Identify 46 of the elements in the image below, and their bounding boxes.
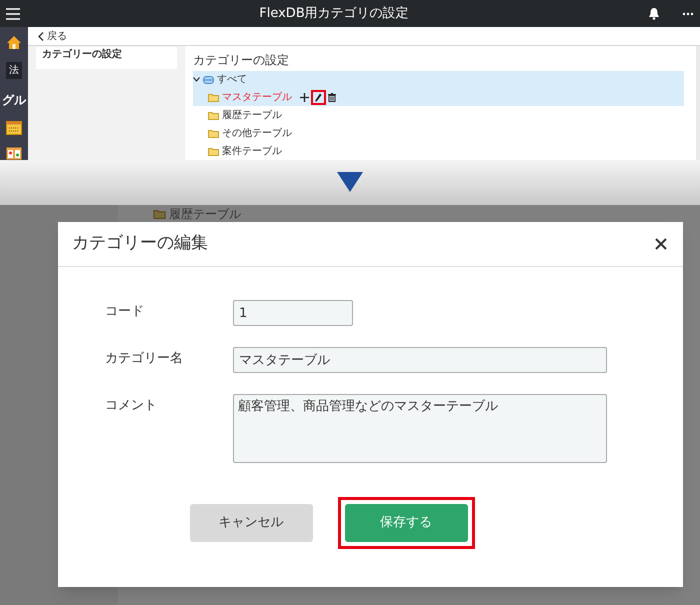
- tree-label: すべて: [217, 73, 247, 87]
- window-title: FlexDB用カテゴリの設定: [258, 4, 410, 23]
- back-link[interactable]: 戻る: [38, 28, 67, 44]
- field-label: コメント: [105, 397, 158, 415]
- plus-icon[interactable]: [300, 92, 309, 102]
- cancel-button[interactable]: キャンセル: [190, 504, 312, 542]
- close-button[interactable]: [653, 236, 669, 252]
- chevron-left-icon: [38, 32, 44, 40]
- calendar-icon[interactable]: [6, 121, 22, 135]
- menu-item[interactable]: カテゴリーの設定: [36, 47, 177, 69]
- sidebar-label[interactable]: 法: [6, 62, 22, 79]
- tree-row[interactable]: 履歴テーブル: [193, 106, 684, 124]
- edit-button[interactable]: [311, 90, 326, 104]
- tree-row[interactable]: すべて: [193, 71, 684, 88]
- folder-icon: [208, 110, 219, 120]
- tree-row[interactable]: 案件テーブル: [193, 142, 684, 160]
- field-label: コード: [105, 303, 145, 321]
- photo-icon[interactable]: [6, 147, 22, 160]
- menu-icon[interactable]: [6, 8, 20, 20]
- comment-field[interactable]: 顧客管理、商品管理などのマスターテーブル: [233, 394, 607, 463]
- folder-icon: [208, 92, 219, 102]
- tree-label: その他テーブル: [222, 126, 292, 140]
- text-field[interactable]: 1: [233, 300, 353, 326]
- tree-row[interactable]: その他テーブル: [193, 124, 684, 142]
- sidebar-label[interactable]: グル: [2, 91, 26, 109]
- database-icon: [203, 76, 214, 84]
- more-icon[interactable]: [682, 12, 694, 16]
- down-arrow-icon: [337, 172, 363, 192]
- folder-icon: [208, 146, 219, 156]
- folder-icon: [153, 208, 166, 218]
- panel-title: カテゴリーの設定: [193, 52, 290, 69]
- folder-icon: [208, 128, 219, 138]
- text-field[interactable]: マスタテーブル: [233, 347, 607, 373]
- field-label: カテゴリー名: [105, 350, 184, 368]
- dialog-title: カテゴリーの編集: [72, 232, 208, 256]
- trash-icon[interactable]: [328, 92, 336, 102]
- bell-icon[interactable]: [648, 7, 660, 20]
- home-icon[interactable]: [6, 35, 22, 50]
- tree-label: マスタテーブル: [222, 90, 292, 104]
- chevron-down-icon[interactable]: [193, 77, 200, 82]
- close-icon: [655, 238, 667, 250]
- tree-label: 履歴テーブル: [169, 208, 241, 220]
- pencil-icon: [315, 92, 322, 102]
- tree-label: 案件テーブル: [222, 144, 282, 158]
- tree-label: 履歴テーブル: [222, 108, 282, 122]
- tree-row[interactable]: マスタテーブル: [193, 88, 684, 106]
